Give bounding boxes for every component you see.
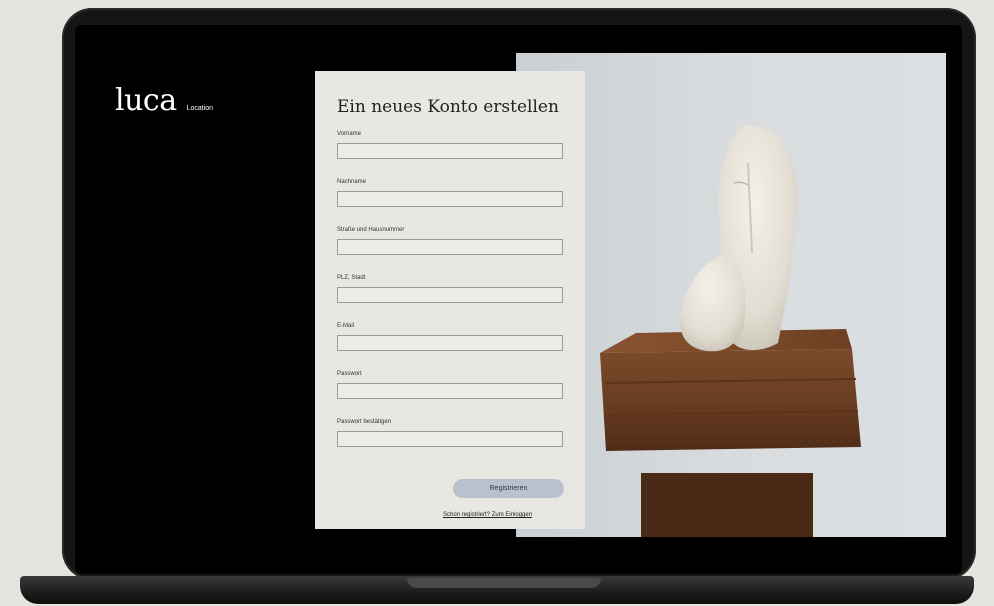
field-street: Straße und Hausnummer <box>337 227 565 255</box>
last-name-input[interactable] <box>337 191 563 207</box>
field-email: E-Mail <box>337 323 565 351</box>
password-input[interactable] <box>337 383 563 399</box>
email-label: E-Mail <box>337 323 355 329</box>
app-screen: luca Location Ein neues Konto erstellen … <box>75 25 962 574</box>
zip-city-label: PLZ, Stadt <box>337 275 366 281</box>
password-label: Passwort <box>337 371 362 377</box>
password-confirm-input[interactable] <box>337 431 563 447</box>
field-last-name: Nachname <box>337 179 565 207</box>
field-zip-city: PLZ, Stadt <box>337 275 565 303</box>
logo-wordmark: luca <box>115 83 177 118</box>
street-label: Straße und Hausnummer <box>337 227 405 233</box>
email-input[interactable] <box>337 335 563 351</box>
first-name-label: Vorname <box>337 131 362 137</box>
register-form: Ein neues Konto erstellen Vorname Nachna… <box>315 71 585 529</box>
register-button[interactable]: Registrieren <box>453 479 564 498</box>
first-name-input[interactable] <box>337 143 563 159</box>
laptop-notch <box>407 578 601 588</box>
zip-city-input[interactable] <box>337 287 563 303</box>
field-first-name: Vorname <box>337 131 565 159</box>
brand-logo[interactable]: luca Location <box>115 83 213 118</box>
field-password-confirm: Passwort bestätigen <box>337 419 565 447</box>
login-link[interactable]: Schon registriert? Zum Einloggen <box>443 512 532 518</box>
last-name-label: Nachname <box>337 179 367 185</box>
street-input[interactable] <box>337 239 563 255</box>
password-confirm-label: Passwort bestätigen <box>337 419 392 425</box>
field-password: Passwort <box>337 371 565 399</box>
form-title: Ein neues Konto erstellen <box>337 97 559 117</box>
logo-subtitle: Location <box>186 105 214 112</box>
